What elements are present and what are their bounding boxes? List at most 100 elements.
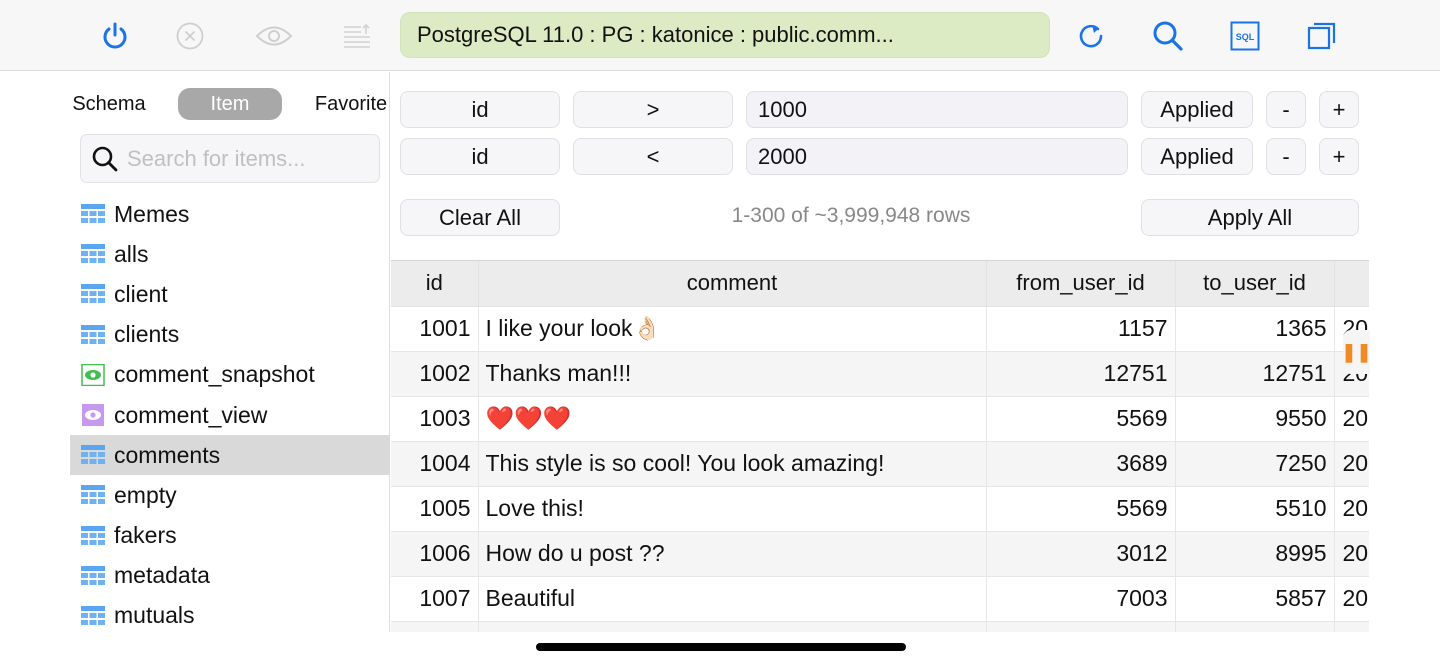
filter-2-operator-select[interactable]: < xyxy=(573,138,733,175)
filter-1-remove-button[interactable]: - xyxy=(1266,91,1306,128)
cell-comment[interactable]: Love this! xyxy=(478,486,987,532)
sidebar-item-comment-view[interactable]: comment_view xyxy=(70,395,390,435)
cell-comment[interactable]: I like your look👌🏻 xyxy=(478,306,987,352)
filter-1-add-button[interactable]: + xyxy=(1319,91,1359,128)
cell-id[interactable]: 1003 xyxy=(391,396,479,442)
column-header-id[interactable]: id xyxy=(391,261,479,307)
item-search-input[interactable] xyxy=(127,145,367,172)
cell-to-user-id[interactable]: 5857 xyxy=(1175,576,1335,622)
cell-comment[interactable] xyxy=(478,621,987,632)
main-panel: id > 1000 Applied - + id < 2000 Applied … xyxy=(391,72,1440,632)
sidebar-item-fakers[interactable]: fakers xyxy=(70,516,390,556)
cell-id[interactable]: 1007 xyxy=(391,576,479,622)
cell-next[interactable]: 20 xyxy=(1334,441,1369,487)
cell-from-user-id[interactable]: 3012 xyxy=(986,531,1176,577)
cell-to-user-id[interactable]: 8995 xyxy=(1175,531,1335,577)
cell-from-user-id[interactable] xyxy=(986,621,1176,632)
cell-id[interactable]: 1002 xyxy=(391,351,479,397)
filter-2-column-select[interactable]: id xyxy=(400,138,560,175)
table-row[interactable]: 1005 Love this! 5569 5510 20 xyxy=(391,486,1369,532)
cell-from-user-id[interactable]: 3689 xyxy=(986,441,1176,487)
cell-to-user-id[interactable]: 1365 xyxy=(1175,306,1335,352)
table-row[interactable]: 1007 Beautiful 7003 5857 20 xyxy=(391,576,1369,622)
item-search[interactable] xyxy=(80,134,380,183)
cell-next[interactable]: 20 xyxy=(1334,576,1369,622)
cell-from-user-id[interactable]: 7003 xyxy=(986,576,1176,622)
table-row[interactable]: 1002Thanks man!!!127511275120 xyxy=(391,351,1369,397)
cell-to-user-id[interactable]: 7250 xyxy=(1175,441,1335,487)
power-button[interactable] xyxy=(95,16,135,56)
table-row[interactable] xyxy=(391,621,1369,632)
filter-2-value-input[interactable]: 2000 xyxy=(746,138,1128,175)
cell-comment[interactable]: How do u post ?? xyxy=(478,531,987,577)
view-button[interactable] xyxy=(252,16,296,56)
cell-id[interactable]: 1001 xyxy=(391,306,479,352)
column-header-to-user-id[interactable]: to_user_id xyxy=(1175,261,1335,307)
cell-id[interactable]: 1004 xyxy=(391,441,479,487)
table-row[interactable]: 1006 How do u post ?? 3012 8995 20 xyxy=(391,531,1369,577)
connection-title[interactable]: PostgreSQL 11.0 : PG : katonice : public… xyxy=(400,12,1050,58)
apply-all-button[interactable]: Apply All xyxy=(1141,199,1359,236)
search-icon xyxy=(1153,21,1183,51)
refresh-button[interactable] xyxy=(1071,16,1111,56)
cell-to-user-id[interactable]: 12751 xyxy=(1175,351,1335,397)
sidebar-item-client[interactable]: client xyxy=(70,274,390,314)
eye-icon xyxy=(255,26,293,46)
sidebar-item-mutuals[interactable]: mutuals xyxy=(70,596,390,636)
sidebar-item-comments[interactable]: comments xyxy=(70,435,390,476)
cell-comment[interactable]: Beautiful xyxy=(478,576,987,622)
filter-2-add-button[interactable]: + xyxy=(1319,138,1359,175)
sidebar-item-memes[interactable]: Memes xyxy=(70,194,390,234)
cell-to-user-id[interactable]: 9550 xyxy=(1175,396,1335,442)
cell-next[interactable]: 20 xyxy=(1334,486,1369,532)
pause-handle[interactable]: ❚❚ xyxy=(1341,330,1372,374)
close-connection-button[interactable] xyxy=(170,16,210,56)
cell-to-user-id[interactable]: 5510 xyxy=(1175,486,1335,532)
sidebar-item-empty[interactable]: empty xyxy=(70,475,390,515)
cell-from-user-id[interactable]: 1157 xyxy=(986,306,1176,352)
plus-icon: + xyxy=(1332,143,1346,169)
column-header-comment[interactable]: comment xyxy=(478,261,987,307)
tab-favorite[interactable]: Favorite xyxy=(308,88,394,120)
sidebar-item-comment-snapshot[interactable]: comment_snapshot xyxy=(70,355,390,395)
table-row[interactable]: 1001 I like your look👌🏻 1157 1365 20 xyxy=(391,306,1369,352)
cell-id[interactable]: 1006 xyxy=(391,531,479,577)
filter-1-applied-button[interactable]: Applied xyxy=(1141,91,1253,128)
table-icon xyxy=(80,243,106,265)
results-table: id comment from_user_id to_user_id 1001 I… xyxy=(391,261,1369,632)
cell-comment[interactable]: Thanks man!!! xyxy=(478,351,987,397)
cell-comment[interactable]: This style is so cool! You look amazing! xyxy=(478,441,987,487)
home-indicator[interactable] xyxy=(536,643,906,651)
search-button[interactable] xyxy=(1148,16,1188,56)
cell-from-user-id[interactable]: 12751 xyxy=(986,351,1176,397)
clear-all-button[interactable]: Clear All xyxy=(400,199,560,236)
filter-2-status: Applied xyxy=(1160,143,1234,169)
cell-from-user-id[interactable]: 5569 xyxy=(986,486,1176,532)
filter-2-remove-button[interactable]: - xyxy=(1266,138,1306,175)
column-header-from-user-id[interactable]: from_user_id xyxy=(986,261,1176,307)
tab-item[interactable]: Item xyxy=(178,88,282,120)
filter-2-applied-button[interactable]: Applied xyxy=(1141,138,1253,175)
column-header-next[interactable] xyxy=(1334,261,1369,307)
tab-schema[interactable]: Schema xyxy=(66,88,152,120)
filter-1-operator-select[interactable]: > xyxy=(573,91,733,128)
sort-button[interactable] xyxy=(337,16,377,56)
sidebar-item-metadata[interactable]: metadata xyxy=(70,556,390,596)
sidebar-item-alls[interactable]: alls xyxy=(70,234,390,274)
cell-next[interactable]: 20 xyxy=(1334,396,1369,442)
table-row[interactable]: 1004 This style is so cool! You look amaz… xyxy=(391,441,1369,487)
minus-icon: - xyxy=(1282,96,1290,122)
filter-1-column-select[interactable]: id xyxy=(400,91,560,128)
cell-id[interactable]: 1005 xyxy=(391,486,479,532)
cell-next[interactable]: 20 xyxy=(1334,531,1369,577)
cell-comment[interactable]: ❤️❤️❤️ xyxy=(478,396,987,442)
filter-1-value-input[interactable]: 1000 xyxy=(746,91,1128,128)
sql-editor-button[interactable]: SQL xyxy=(1225,16,1265,56)
window-button[interactable] xyxy=(1302,16,1342,56)
table-row[interactable]: 1003 ❤️❤️❤️ 5569 9550 20 xyxy=(391,396,1369,442)
cell-to-user-id[interactable] xyxy=(1175,621,1335,632)
sidebar-item-clients[interactable]: clients xyxy=(70,315,390,355)
cell-next[interactable] xyxy=(1334,621,1369,632)
cell-id[interactable] xyxy=(391,621,479,632)
cell-from-user-id[interactable]: 5569 xyxy=(986,396,1176,442)
